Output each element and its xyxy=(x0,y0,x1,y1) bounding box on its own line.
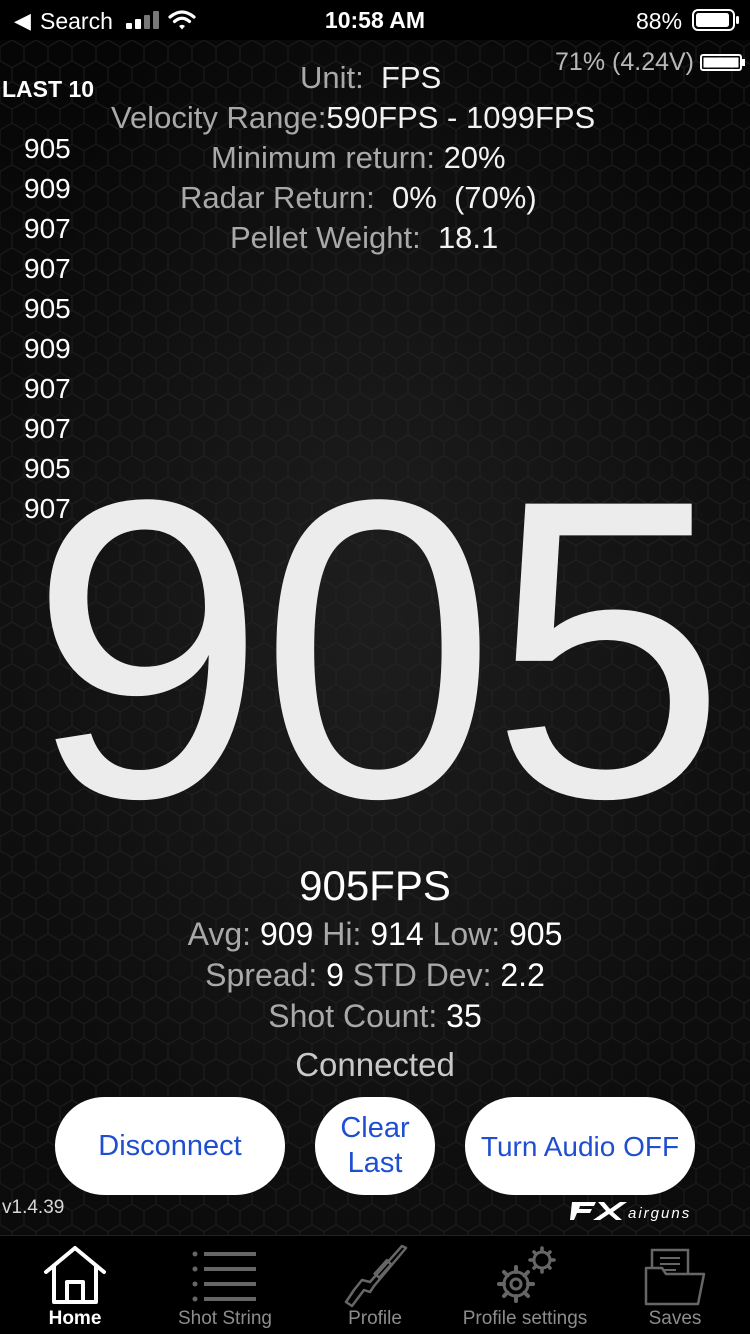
clear-last-button[interactable]: Clear Last xyxy=(315,1097,435,1195)
shot-count-row: Shot Count: 35 xyxy=(0,996,750,1036)
avg-label: Avg: xyxy=(187,916,252,952)
last10-item: 909 xyxy=(24,173,71,204)
tab-saves-label: Saves xyxy=(648,1308,702,1329)
list-icon xyxy=(192,1251,256,1302)
minimum-return-label: Minimum return: xyxy=(211,140,435,175)
radar-return-label: Radar Return: xyxy=(180,180,375,215)
last10-item: 907 xyxy=(24,213,71,244)
turn-audio-off-button[interactable]: Turn Audio OFF xyxy=(465,1097,695,1195)
app-screen: ◀ Search 10:58 AM 88% 71% (4.24V) LAST 1… xyxy=(0,0,750,1334)
last-shot-velocity: 905FPS xyxy=(299,862,451,909)
unit-label: Unit: xyxy=(300,60,364,95)
radar-return-value: 0% (70%) xyxy=(391,180,537,215)
gears-icon xyxy=(497,1246,556,1303)
tab-shot-string-label: Shot String xyxy=(178,1308,272,1329)
shot-count-label: Shot Count: xyxy=(268,998,438,1034)
current-velocity-display: 905 xyxy=(29,412,726,887)
device-battery-status: 71% (4.24V) xyxy=(555,48,694,76)
std-dev-label: STD Dev: xyxy=(352,957,492,993)
velocity-range-value: 590FPS - 1099FPS xyxy=(326,100,596,135)
std-dev-value: 2.2 xyxy=(500,957,545,993)
home-icon xyxy=(44,1246,106,1304)
hi-value: 914 xyxy=(370,916,424,952)
tab-saves[interactable]: Saves xyxy=(600,1236,750,1334)
tab-home[interactable]: Home xyxy=(0,1236,150,1334)
tab-profile[interactable]: Profile xyxy=(300,1236,450,1334)
low-value: 905 xyxy=(509,916,563,952)
unit-row: Unit: FPS xyxy=(300,58,441,98)
last10-item: 907 xyxy=(24,253,71,284)
last10-item: 909 xyxy=(24,333,71,364)
connection-status: Connected xyxy=(295,1046,455,1083)
tab-bar: Home Shot String Profile Profile setting… xyxy=(0,1235,750,1334)
pellet-weight-label: Pellet Weight: xyxy=(230,220,421,255)
velocity-range-label: Velocity Range: xyxy=(111,100,327,135)
tab-home-label: Home xyxy=(48,1308,102,1329)
device-battery-icon xyxy=(700,54,745,71)
avg-hi-low-row: Avg: 909 Hi: 914 Low: 905 xyxy=(0,914,750,954)
minimum-return-row: Minimum return: 20% xyxy=(211,138,506,178)
minimum-return-value: 20% xyxy=(443,140,506,175)
last10-item: 907 xyxy=(24,373,71,404)
rifle-icon xyxy=(344,1244,408,1308)
unit-value: FPS xyxy=(380,60,442,95)
disconnect-button[interactable]: Disconnect xyxy=(55,1097,285,1195)
pellet-weight-row: Pellet Weight: 18.1 xyxy=(230,218,498,258)
tab-profile-settings[interactable]: Profile settings xyxy=(450,1236,600,1334)
avg-value: 909 xyxy=(259,916,314,952)
hi-label: Hi: xyxy=(322,916,362,952)
tab-profile-label: Profile xyxy=(348,1308,402,1329)
radar-return-row: Radar Return: 0% (70%) xyxy=(180,178,537,218)
folder-icon xyxy=(644,1248,706,1306)
spread-value: 9 xyxy=(326,957,344,993)
status-bar: ◀ Search 10:58 AM 88% xyxy=(0,0,750,40)
app-version: v1.4.39 xyxy=(2,1197,65,1218)
phone-battery-percent: 88% xyxy=(636,8,683,34)
velocity-range-row: Velocity Range:590FPS - 1099FPS xyxy=(111,98,595,138)
last10-item: 905 xyxy=(24,133,71,164)
tab-profile-settings-label: Profile settings xyxy=(462,1308,588,1329)
shot-count-value: 35 xyxy=(446,998,482,1034)
svg-text:airguns: airguns xyxy=(628,1205,691,1222)
fx-airguns-logo: airguns xyxy=(570,1202,691,1222)
tab-shot-string[interactable]: Shot String xyxy=(150,1236,300,1334)
spread-label: Spread: xyxy=(205,957,318,993)
last10-item: 905 xyxy=(24,293,71,324)
pellet-weight-value: 18.1 xyxy=(437,220,499,255)
battery-icon xyxy=(692,9,739,31)
last10-heading: LAST 10 xyxy=(2,76,95,102)
low-label: Low: xyxy=(432,916,501,952)
spread-std-row: Spread: 9 STD Dev: 2.2 xyxy=(0,955,750,995)
